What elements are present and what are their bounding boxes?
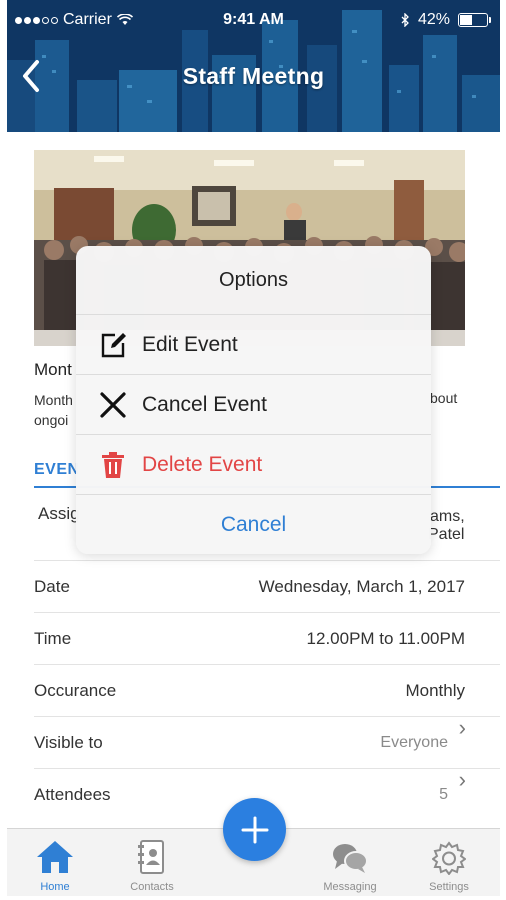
event-detail-screen: Carrier 9:41 AM 42% Staff Meetng Mont Mo… [0,0,506,900]
detail-value: Wednesday, March 1, 2017 [258,576,465,596]
assigned-value: Patel [428,526,465,543]
battery-percent: 42% [417,11,450,28]
status-bar: Carrier 9:41 AM 42% [7,0,500,40]
battery-icon [458,13,491,27]
detail-row-date: Date Wednesday, March 1, 2017 [34,560,500,612]
detail-row-time: Time 12.00PM to 11.00PM [34,612,500,664]
event-description-line: Month [34,392,73,408]
edit-icon [101,332,126,357]
contacts-icon [138,840,164,874]
event-description-tail: bout [430,390,458,406]
detail-value: 5 [439,785,448,803]
close-icon [100,391,126,418]
tab-label: Messaging [323,881,377,893]
gear-icon [432,841,466,875]
tab-label: Home [40,881,70,893]
detail-label: Visible to [34,732,103,752]
detail-row-occurance: Occurance Monthly [34,664,500,716]
cancel-event-label: Cancel Event [142,392,267,416]
status-right: 42% [401,11,491,29]
tab-label: Contacts [130,881,174,893]
edit-event-label: Edit Event [142,332,238,356]
edit-event-button[interactable]: Edit Event [76,314,431,374]
tab-settings[interactable]: Settings [404,835,494,893]
assigned-value: ams, [430,508,465,525]
tab-messaging[interactable]: Messaging [305,835,395,893]
event-name: Mont [34,360,72,379]
detail-label: Date [34,576,70,596]
trash-icon [102,451,124,478]
tab-home[interactable]: Home [10,835,100,893]
options-action-sheet: Options Edit Event Cancel Event Delete E… [76,246,431,554]
detail-label: Time [34,628,72,648]
battery-level [460,15,472,25]
detail-label: Occurance [34,680,117,700]
chevron-right-icon[interactable]: › [459,767,466,793]
detail-value: Everyone [380,733,448,751]
options-title: Options [219,268,288,291]
cancel-event-button[interactable]: Cancel Event [76,374,431,434]
bluetooth-icon [401,13,409,27]
chevron-right-icon[interactable]: › [459,715,466,741]
tab-label: Settings [429,881,469,893]
header-banner: Carrier 9:41 AM 42% Staff Meetng [7,0,500,132]
delete-event-button[interactable]: Delete Event [76,434,431,494]
plus-icon [241,816,268,843]
cancel-button[interactable]: Cancel [76,494,431,554]
detail-value: Monthly [405,680,465,700]
tab-event-details[interactable]: EVEN [34,461,80,479]
detail-label: Attendees [34,784,111,804]
event-description-line: ongoi [34,412,69,428]
home-icon [37,841,73,873]
messaging-icon [333,844,368,873]
add-event-button[interactable] [223,798,286,861]
delete-event-label: Delete Event [142,452,263,476]
detail-row-visible-to[interactable]: Visible to Everyone › [34,715,500,768]
assigned-label: Assig [38,504,80,523]
detail-value: 12.00PM to 11.00PM [306,628,465,648]
tab-contacts[interactable]: Contacts [107,835,197,893]
page-title: Staff Meetng [182,63,325,89]
event-description: Month ongoi [34,390,73,430]
